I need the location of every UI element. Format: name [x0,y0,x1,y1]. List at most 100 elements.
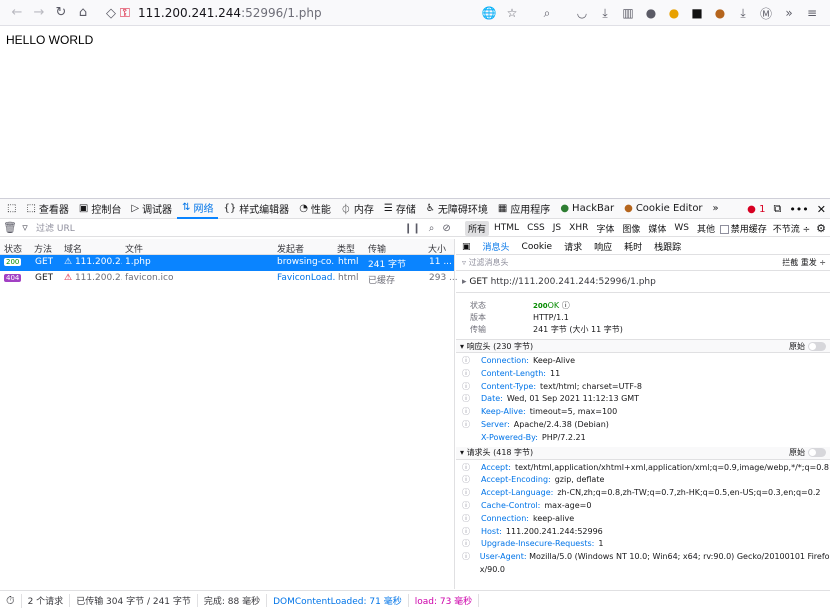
help-icon[interactable]: ⓘ [462,368,481,381]
tab-memory[interactable]: ⏀ 内存 [336,199,379,219]
filter-type-media[interactable]: 媒体 [645,221,669,236]
filter-type-xhr[interactable]: XHR [566,222,591,234]
pick-element-icon[interactable]: ⬚ [2,199,21,219]
help-icon[interactable]: ⓘ [462,500,481,513]
insecure-lock-icon[interactable]: ⚿ [118,2,132,24]
table-row[interactable]: 404 GET ⚠ 111.200.2... favicon.ico Favic… [0,271,458,287]
translate-icon[interactable]: 🌐 [479,3,499,23]
tab-headers[interactable]: 消息头 [477,240,516,253]
download-icon[interactable]: ⤓ [733,3,753,23]
header-row[interactable]: ⓘ Accept-Language: zh-CN,zh;q=0.8,zh-TW;q=… [462,487,830,500]
header-row[interactable]: ⓘ Server: Apache/2.4.38 (Debian) [462,419,830,432]
header-row[interactable]: ⓘ Host: 111.200.241.244:52996 [462,526,830,539]
row-initiator[interactable]: FaviconLoad... [277,273,335,283]
column-domain[interactable]: 域名 [64,242,82,255]
filter-headers-input[interactable]: 过滤消息头 [469,257,509,268]
filter-type-fonts[interactable]: 字体 [593,221,617,236]
raw-toggle[interactable]: 原始 [789,447,826,458]
column-method[interactable]: 方法 [34,242,52,255]
filter-type-ws[interactable]: WS [671,222,692,234]
more-options-icon[interactable]: ••• [789,203,808,216]
reader-icon[interactable]: ▥ [618,3,638,23]
error-count-badge[interactable]: ● 1 [747,204,765,215]
tab-application[interactable]: ▦ 应用程序 [493,199,555,219]
header-row[interactable]: ⓘ Content-Type: text/html; charset=UTF-8 [462,381,830,394]
column-transfer[interactable]: 传输 [368,242,386,255]
help-icon[interactable]: ⓘ [462,381,481,394]
back-icon[interactable]: ← [6,2,28,24]
help-icon[interactable]: ⓘ [462,406,481,419]
help-icon[interactable]: ⓘ [462,551,480,564]
header-row[interactable]: ⓘ Upgrade-Insecure-Requests: 1 [462,538,830,551]
tab-style-editor[interactable]: {} 样式编辑器 [218,199,294,219]
help-icon[interactable]: ⓘ [562,301,570,310]
forward-icon[interactable]: → [28,2,50,24]
request-headers-section[interactable]: ▾ 请求头 (418 字节) 原始 [456,446,830,460]
help-icon[interactable]: ⓘ [462,513,481,526]
cookie-icon[interactable]: ● [710,3,730,23]
header-row[interactable]: ⓘ Cache-Control: max-age=0 [462,500,830,513]
help-icon[interactable]: ⓘ [462,462,481,475]
search-icon[interactable]: ⌕ [525,3,569,23]
filter-type-js[interactable]: JS [550,222,564,234]
url-bar[interactable]: ◇ ⚿ 111.200.241.244:52996/1.php [104,2,524,24]
help-icon[interactable]: ⓘ [462,355,481,368]
search-icon[interactable]: ⌕ [429,223,435,234]
tab-debugger[interactable]: ▷ 调试器 [126,199,177,219]
tab-timings[interactable]: 耗时 [618,240,648,253]
table-row[interactable]: 200 GET ⚠ 111.200.2... 1.php browsing-co… [0,255,454,271]
filter-type-other[interactable]: 其他 [694,221,718,236]
help-icon[interactable]: ⓘ [462,393,481,406]
tab-performance[interactable]: ◔ 性能 [294,199,336,219]
toggle-panel-icon[interactable]: ▣ [456,242,477,252]
pocket-icon[interactable]: ◡ [572,3,592,23]
tab-network[interactable]: ⇅ 网络 [177,199,219,219]
help-icon[interactable]: ⓘ [462,538,481,551]
header-row[interactable]: ⓘ Content-Length: 11 [462,368,830,381]
help-icon[interactable]: ⓘ [462,474,481,487]
header-row[interactable]: ⓘ Keep-Alive: timeout=5, max=100 [462,406,830,419]
reload-icon[interactable]: ↻ [50,2,72,24]
header-row[interactable]: ⓘ Connection: Keep-Alive [462,355,830,368]
tab-console[interactable]: ▣ 控制台 [74,199,126,219]
header-row[interactable]: ⓘ Accept-Encoding: gzip, deflate [462,474,830,487]
block-icon[interactable]: ⊘ [442,223,450,234]
star-icon[interactable]: ☆ [502,3,522,23]
filter-type-images[interactable]: 图像 [619,221,643,236]
header-row[interactable]: X-Powered-By: PHP/7.2.21 [462,432,830,445]
url-text[interactable]: 111.200.241.244:52996/1.php [138,6,322,20]
download-icon[interactable]: ⤓ [595,3,615,23]
tab-request[interactable]: 请求 [558,240,588,253]
pause-icon[interactable]: ❙❙ [404,223,421,234]
tab-storage[interactable]: ☰ 存储 [379,199,421,219]
tab-cookie-editor[interactable]: ● Cookie Editor [619,199,707,219]
more-tabs-icon[interactable]: » [708,199,724,219]
settings-gear-icon[interactable]: ⚙ [816,222,826,235]
trash-icon[interactable]: 🗑 [0,221,20,234]
raw-toggle[interactable]: 原始 [789,341,826,352]
filter-type-all[interactable]: 所有 [465,220,490,236]
overflow-icon[interactable]: » [779,3,799,23]
tab-response[interactable]: 响应 [588,240,618,253]
header-row[interactable]: ⓘ User-Agent: Mozilla/5.0 (Windows NT 10.… [462,551,830,577]
extension-icon[interactable]: ● [641,3,661,23]
throttle-select[interactable]: 不节流 ÷ [773,222,810,235]
help-icon[interactable]: ⓘ [462,526,481,539]
column-size[interactable]: 大小 [428,242,446,255]
header-row[interactable]: ⓘ Connection: keep-alive [462,513,830,526]
help-icon[interactable]: ⓘ [462,419,481,432]
header-row[interactable]: ⓘ Accept: text/html,application/xhtml+xml,… [462,462,830,475]
shield-icon[interactable]: ◇ [104,2,118,24]
extension-icon[interactable]: ● [664,3,684,23]
filter-type-html[interactable]: HTML [491,222,522,234]
column-initiator[interactable]: 发起者 [277,242,304,255]
help-icon[interactable]: ⓘ [462,487,481,500]
tab-accessibility[interactable]: ♿ 无障碍环境 [421,199,493,219]
filter-type-css[interactable]: CSS [524,222,548,234]
performance-analysis-icon[interactable]: ⏱ [0,593,22,608]
filter-url-input[interactable]: 过滤 URL [36,221,75,234]
tab-inspector[interactable]: ⬚ 查看器 [21,199,73,219]
dock-icon[interactable]: ⧉ [773,202,781,216]
header-row[interactable]: ⓘ Date: Wed, 01 Sep 2021 11:12:13 GMT [462,393,830,406]
column-file[interactable]: 文件 [125,242,143,255]
